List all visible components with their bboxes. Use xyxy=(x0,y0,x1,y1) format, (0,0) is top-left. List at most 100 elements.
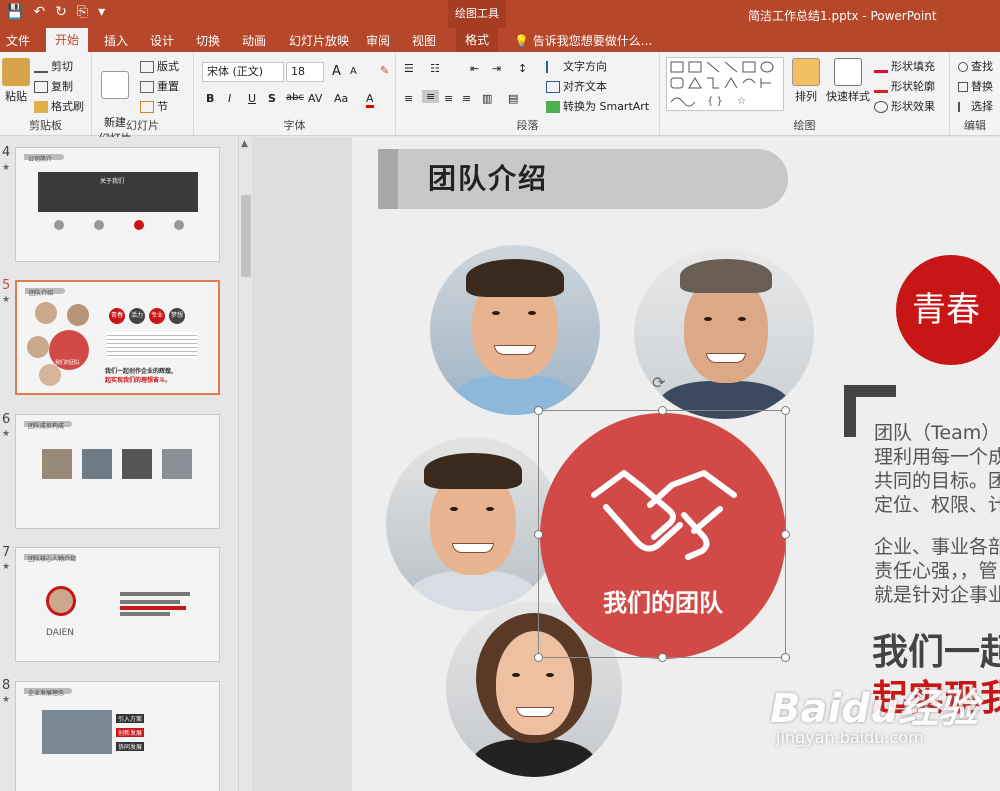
font-name-combo[interactable]: 宋体 (正文) xyxy=(202,62,284,82)
rotate-handle-icon[interactable]: ⟳ xyxy=(652,373,665,392)
text-direction-button[interactable]: 文字方向 xyxy=(546,58,607,74)
tag-youth[interactable]: 青春 xyxy=(896,255,1000,365)
thumbnail-scrollbar[interactable]: ▲ xyxy=(238,137,252,791)
thumb-bar-2 xyxy=(120,600,180,604)
shadow-button[interactable]: S xyxy=(268,92,276,105)
resize-handle-s[interactable] xyxy=(658,653,667,662)
justify-icon[interactable]: ≡ xyxy=(462,92,471,105)
scissors-icon xyxy=(34,61,48,73)
tab-design[interactable]: 设计 xyxy=(150,32,174,49)
font-size-combo[interactable]: 18 xyxy=(286,62,324,82)
slide-title[interactable]: 团队介绍 xyxy=(428,157,548,197)
distributed-icon[interactable]: ▥ xyxy=(482,92,492,105)
increase-indent-icon[interactable]: ⇥ xyxy=(492,62,501,75)
thumb-photo-4 xyxy=(162,449,192,479)
tab-home[interactable]: 开始 xyxy=(46,28,89,52)
align-text-button[interactable]: 对齐文本 xyxy=(546,78,607,94)
slide-thumbnail-4[interactable]: 公司简介 关于我们 xyxy=(15,147,220,262)
char-spacing-button[interactable]: AV xyxy=(308,92,322,105)
quick-styles-button[interactable]: 快速样式 xyxy=(824,58,872,104)
paste-button[interactable]: 粘贴 xyxy=(2,58,30,104)
shrink-font-button[interactable]: A xyxy=(350,66,357,77)
clear-format-icon[interactable]: ✎ xyxy=(380,64,389,77)
line-spacing-icon[interactable]: ↕ xyxy=(518,62,527,75)
resize-handle-e[interactable] xyxy=(781,530,790,539)
team-photo-man-2[interactable] xyxy=(634,249,814,419)
tab-file[interactable]: 文件 xyxy=(6,32,30,49)
font-color-button[interactable]: A xyxy=(366,92,374,108)
present-icon[interactable]: ⎘ xyxy=(77,4,88,20)
paste-icon xyxy=(2,58,30,86)
select-button[interactable]: 选择 xyxy=(958,98,993,114)
resize-handle-se[interactable] xyxy=(781,653,790,662)
section-button[interactable]: 节 xyxy=(140,98,168,114)
intro-line-3[interactable]: 共同的目标。团 xyxy=(874,469,1000,493)
intro-line-4[interactable]: 定位、权限、计 xyxy=(874,493,1000,517)
tab-slideshow[interactable]: 幻灯片放映 xyxy=(289,32,349,49)
underline-button[interactable]: U xyxy=(248,92,256,105)
bullets-icon[interactable]: ☰ xyxy=(404,62,414,75)
tab-animations[interactable]: 动画 xyxy=(242,32,266,49)
shape-effects-button[interactable]: 形状效果 xyxy=(874,98,935,114)
undo-icon[interactable]: ↶ xyxy=(33,4,45,20)
scrollbar-thumb[interactable] xyxy=(241,195,251,277)
resize-handle-ne[interactable] xyxy=(781,406,790,415)
customize-qat-icon[interactable]: ▾ xyxy=(98,4,105,20)
body-line-3[interactable]: 就是针对企事业 xyxy=(874,583,1000,607)
save-icon[interactable]: 💾 xyxy=(6,4,23,20)
strikethrough-button[interactable]: abc xyxy=(286,92,304,103)
thumb-photo-1 xyxy=(42,449,72,479)
resize-handle-w[interactable] xyxy=(534,530,543,539)
tab-transitions[interactable]: 切换 xyxy=(196,32,220,49)
replace-button[interactable]: 替换 xyxy=(958,78,993,94)
slide-thumbnail-8[interactable]: 企业发展理念 引入方案 创新发展 协同发展 xyxy=(15,681,220,791)
slide-thumbnail-6[interactable]: 团队成员构成 xyxy=(15,414,220,529)
body-line-2[interactable]: 责任心强，，管 xyxy=(874,559,998,583)
shape-fill-label: 形状填充 xyxy=(891,60,935,73)
tab-view[interactable]: 视图 xyxy=(412,32,436,49)
italic-button[interactable]: I xyxy=(228,92,231,105)
align-left-icon[interactable]: ≡ xyxy=(404,92,413,105)
tab-format[interactable]: 格式 xyxy=(456,28,499,52)
change-case-button[interactable]: Aa xyxy=(334,92,348,105)
smartart-button[interactable]: 转换为 SmartArt xyxy=(546,98,649,114)
align-center-icon[interactable]: ≡ xyxy=(422,90,440,103)
arrange-button[interactable]: 排列 xyxy=(792,58,820,104)
team-photo-man-3[interactable] xyxy=(386,437,560,611)
shape-fill-button[interactable]: 形状填充 xyxy=(874,58,935,74)
resize-handle-nw[interactable] xyxy=(534,406,543,415)
intro-line-2[interactable]: 理利用每一个成 xyxy=(874,445,1000,469)
slogan-line-1[interactable]: 我们一起 xyxy=(872,623,1000,675)
format-painter-button[interactable]: 格式刷 xyxy=(34,98,84,114)
scroll-up-arrow-icon[interactable]: ▲ xyxy=(241,139,248,149)
slide-thumbnail-5[interactable]: 团队介绍 我们的团队 青春 活力 专业 梦想 我们一起创作企业的辉煌, 起实现我… xyxy=(15,280,220,395)
columns-icon[interactable]: ▤ xyxy=(508,92,518,105)
group-label-slides: 幻灯片 xyxy=(126,119,159,132)
layout-button[interactable]: 版式 xyxy=(140,58,179,74)
resize-handle-sw[interactable] xyxy=(534,653,543,662)
selection-frame[interactable] xyxy=(534,406,790,662)
reset-button[interactable]: 重置 xyxy=(140,78,179,94)
team-photo-man-1[interactable] xyxy=(430,245,600,415)
resize-handle-n[interactable] xyxy=(658,406,667,415)
svg-text:☆: ☆ xyxy=(737,96,746,107)
shape-outline-button[interactable]: 形状轮廓 xyxy=(874,78,935,94)
redo-icon[interactable]: ↻ xyxy=(55,4,67,20)
shapes-gallery[interactable]: { } ☆ xyxy=(666,57,784,111)
paint-bucket-icon xyxy=(874,61,888,73)
slide-thumbnail-7[interactable]: 团队核心人物介绍 DAIEN xyxy=(15,547,220,662)
tab-review[interactable]: 审阅 xyxy=(366,32,390,49)
body-line-1[interactable]: 企业、事业各部 xyxy=(874,535,1000,559)
find-button[interactable]: 查找 xyxy=(958,58,993,74)
cut-button[interactable]: 剪切 xyxy=(34,58,73,74)
align-right-icon[interactable]: ≡ xyxy=(444,92,453,105)
numbering-icon[interactable]: ☷ xyxy=(430,62,440,75)
grow-font-button[interactable]: A xyxy=(332,64,341,79)
copy-button[interactable]: 复制 xyxy=(34,78,73,94)
tell-me-search[interactable]: 💡 告诉我您想要做什么... xyxy=(514,32,652,49)
tab-insert[interactable]: 插入 xyxy=(104,32,128,49)
intro-line-1[interactable]: 团队（Team） xyxy=(874,421,1000,445)
bold-button[interactable]: B xyxy=(206,92,214,105)
decrease-indent-icon[interactable]: ⇤ xyxy=(470,62,479,75)
thumb-item-2: 创新发展 xyxy=(116,728,145,737)
